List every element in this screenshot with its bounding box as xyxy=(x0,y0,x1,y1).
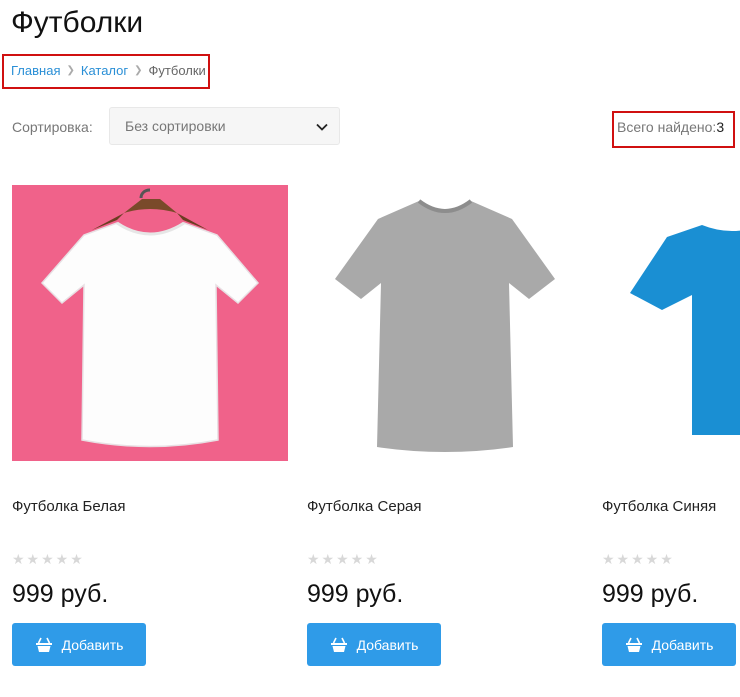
add-to-cart-label: Добавить xyxy=(651,636,714,653)
product-image[interactable] xyxy=(307,185,583,461)
grey-tshirt-image xyxy=(335,199,555,452)
product-name[interactable]: Футболка Белая xyxy=(12,498,125,515)
product-price: 999 руб. xyxy=(602,580,699,608)
product-card: Футболка Синяя ★★★★★ 999 руб. Добавить xyxy=(602,185,740,666)
chevron-right-icon: ❯ xyxy=(66,65,75,76)
product-price: 999 руб. xyxy=(12,580,109,608)
found-count: Всего найдено:3 xyxy=(617,119,724,135)
breadcrumb-home-link[interactable]: Главная xyxy=(11,63,60,78)
sort-label: Сортировка: xyxy=(12,119,93,135)
breadcrumb-catalog-link[interactable]: Каталог xyxy=(81,63,128,78)
product-price: 999 руб. xyxy=(307,580,404,608)
sort-select-value: Без сортировки xyxy=(125,118,226,134)
basket-icon xyxy=(330,637,347,652)
rating-stars-icon: ★★★★★ xyxy=(12,551,85,567)
add-to-cart-button[interactable]: Добавить xyxy=(602,623,736,666)
rating-stars-icon: ★★★★★ xyxy=(307,551,380,567)
breadcrumb: Главная ❯ Каталог ❯ Футболки xyxy=(11,63,206,78)
add-to-cart-button[interactable]: Добавить xyxy=(307,623,441,666)
product-name[interactable]: Футболка Синяя xyxy=(602,498,716,515)
product-image[interactable] xyxy=(12,185,288,461)
rating-stars-icon: ★★★★★ xyxy=(602,551,675,567)
found-count-value: 3 xyxy=(716,119,725,135)
product-card: Футболка Белая ★★★★★ 999 руб. Добавить xyxy=(12,185,288,666)
chevron-down-icon xyxy=(316,123,328,131)
product-card: Футболка Серая ★★★★★ 999 руб. Добавить xyxy=(307,185,583,666)
product-image[interactable] xyxy=(602,185,740,461)
product-name[interactable]: Футболка Серая xyxy=(307,498,422,515)
basket-icon xyxy=(625,637,642,652)
blue-tshirt-image xyxy=(630,225,740,435)
add-to-cart-label: Добавить xyxy=(61,636,124,653)
white-tshirt-on-hanger-image xyxy=(40,188,260,448)
found-count-label: Всего найдено: xyxy=(617,119,717,135)
add-to-cart-label: Добавить xyxy=(356,636,419,653)
breadcrumb-current: Футболки xyxy=(148,63,206,78)
basket-icon xyxy=(35,637,52,652)
sort-select[interactable]: Без сортировки xyxy=(109,107,340,145)
chevron-right-icon: ❯ xyxy=(134,65,143,76)
page-title: Футболки xyxy=(11,6,144,39)
add-to-cart-button[interactable]: Добавить xyxy=(12,623,146,666)
